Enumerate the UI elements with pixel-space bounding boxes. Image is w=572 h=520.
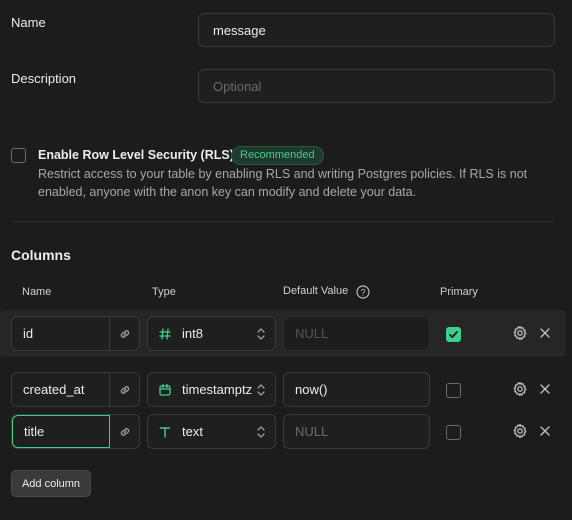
column-name-input[interactable]: created_at — [12, 373, 110, 406]
gear-icon[interactable] — [511, 324, 529, 342]
close-icon[interactable] — [536, 324, 554, 342]
column-header-type: Type — [152, 286, 176, 298]
gear-icon[interactable] — [511, 380, 529, 398]
column-name-field[interactable]: created_at — [11, 372, 140, 407]
close-icon[interactable] — [536, 380, 554, 398]
column-name-field[interactable]: id — [11, 316, 140, 351]
link-icon[interactable] — [110, 373, 139, 406]
rls-checkbox[interactable] — [11, 148, 26, 163]
description-label: Description — [11, 71, 77, 86]
chevron-updown-icon — [255, 383, 267, 397]
column-header-name: Name — [22, 286, 52, 298]
column-type-select[interactable]: timestamptz — [147, 372, 276, 407]
column-name-input[interactable]: title — [12, 415, 110, 448]
section-divider — [11, 221, 553, 222]
column-header-primary: Primary — [440, 286, 478, 298]
default-value-input: NULL — [283, 316, 430, 351]
help-icon[interactable]: ? — [354, 283, 372, 301]
column-type-label: text — [182, 424, 203, 439]
table-name-input[interactable]: message — [198, 13, 555, 47]
text-type-icon — [156, 425, 174, 439]
chevron-updown-icon — [255, 425, 267, 439]
chevron-updown-icon — [255, 327, 267, 341]
column-header-default: Default Value — [283, 285, 349, 297]
rls-title: Enable Row Level Security (RLS) — [38, 148, 234, 162]
column-type-label: timestamptz — [182, 382, 253, 397]
column-name-input[interactable]: id — [12, 317, 110, 350]
svg-text:?: ? — [360, 288, 365, 298]
gear-icon[interactable] — [511, 422, 529, 440]
primary-checkbox[interactable] — [446, 425, 461, 440]
column-name-field[interactable]: title — [11, 414, 140, 449]
recommended-badge: Recommended — [231, 146, 324, 165]
default-value-input[interactable]: NULL — [283, 414, 430, 449]
description-input[interactable]: Optional — [198, 69, 555, 103]
columns-heading: Columns — [11, 247, 71, 263]
column-type-label: int8 — [182, 326, 203, 341]
default-value-input[interactable]: now() — [283, 372, 430, 407]
link-icon[interactable] — [110, 317, 139, 350]
primary-checkbox[interactable] — [446, 383, 461, 398]
name-label: Name — [11, 15, 46, 30]
add-column-button[interactable]: Add column — [11, 470, 91, 497]
column-type-select[interactable]: text — [147, 414, 276, 449]
column-type-select[interactable]: int8 — [147, 316, 276, 351]
close-icon[interactable] — [536, 422, 554, 440]
hash-icon — [156, 327, 174, 341]
link-icon[interactable] — [110, 415, 139, 448]
rls-description: Restrict access to your table by enablin… — [38, 167, 528, 199]
calendar-icon — [156, 383, 174, 397]
primary-checkbox[interactable] — [446, 327, 461, 342]
